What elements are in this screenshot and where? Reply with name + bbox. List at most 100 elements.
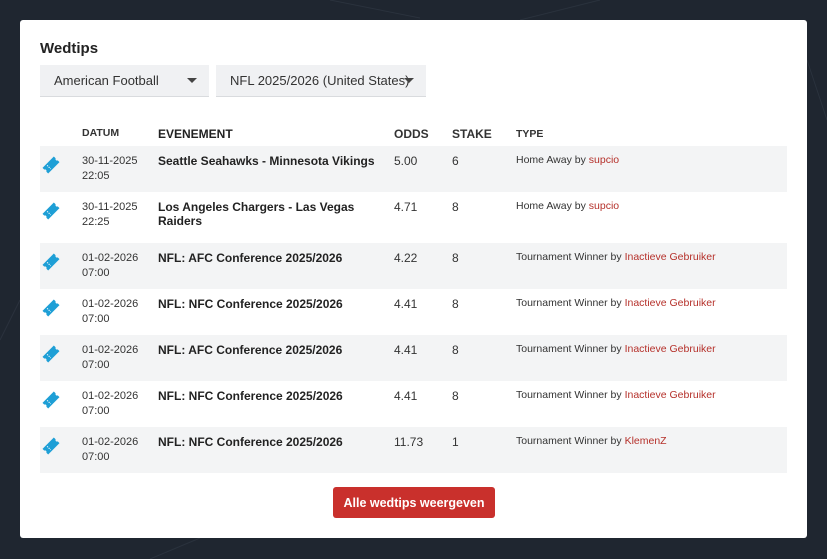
caret-down-icon — [404, 78, 414, 83]
row-date: 01-02-2026 07:00 — [82, 427, 158, 473]
row-stake: 8 — [452, 343, 459, 357]
row-event[interactable]: Los Angeles Chargers - Las Vegas Raiders — [158, 192, 394, 243]
row-odds: 5.00 — [394, 154, 418, 168]
row-by-label: by — [610, 389, 622, 401]
row-date-day: 01-02-2026 — [82, 390, 139, 402]
row-by-label: by — [610, 435, 622, 447]
row-user-link[interactable]: Inactieve Gebruiker — [625, 297, 716, 309]
row-by-label: by — [610, 343, 622, 355]
row-type: Tournament Winner by KlemenZ — [516, 427, 787, 473]
row-icon-cell — [40, 289, 82, 335]
row-date-day: 01-02-2026 — [82, 436, 139, 448]
row-stake: 8 — [452, 389, 459, 403]
row-type: Home Away by supcio — [516, 192, 787, 243]
row-type-label: Tournament Winner — [516, 343, 608, 355]
ticket-icon — [42, 156, 60, 174]
show-all-tips-button[interactable]: Alle wedtips weergeven — [333, 487, 495, 518]
row-type-label: Tournament Winner — [516, 435, 608, 447]
header-type: TYPE — [516, 127, 544, 140]
row-type: Tournament Winner by Inactieve Gebruiker — [516, 335, 787, 381]
row-date: 01-02-2026 07:00 — [82, 243, 158, 289]
row-by-label: by — [610, 297, 622, 309]
row-type-label: Tournament Winner — [516, 297, 608, 309]
row-stake: 8 — [452, 297, 459, 311]
row-icon-cell — [40, 381, 82, 427]
row-date-time: 07:00 — [82, 405, 110, 417]
row-type-label: Tournament Winner — [516, 389, 608, 401]
row-date-time: 07:00 — [82, 359, 110, 371]
sport-select[interactable]: American Football — [40, 65, 209, 97]
row-by-label: by — [610, 251, 622, 263]
row-stake: 6 — [452, 154, 459, 168]
ticket-icon — [42, 202, 60, 220]
row-type-label: Home Away — [516, 154, 572, 166]
row-icon-cell — [40, 146, 82, 192]
row-icon-cell — [40, 192, 82, 243]
header-event: EVENEMENT — [158, 126, 233, 141]
table-row[interactable]: 01-02-2026 07:00 NFL: AFC Conference 2025/… — [40, 335, 787, 381]
ticket-icon — [42, 299, 60, 317]
table-row[interactable]: 01-02-2026 07:00 NFL: NFC Conference 2025/… — [40, 381, 787, 427]
row-date-day: 01-02-2026 — [82, 252, 139, 264]
row-odds: 4.41 — [394, 297, 418, 311]
header-date: DATUM — [82, 127, 120, 139]
row-user-link[interactable]: supcio — [589, 200, 619, 212]
row-user-link[interactable]: supcio — [589, 154, 619, 166]
row-date-day: 30-11-2025 — [82, 201, 138, 213]
ticket-icon — [42, 253, 60, 271]
row-type: Tournament Winner by Inactieve Gebruiker — [516, 289, 787, 335]
row-date-day: 30-11-2025 — [82, 155, 138, 167]
row-type-label: Tournament Winner — [516, 251, 608, 263]
row-type: Home Away by supcio — [516, 146, 787, 192]
row-odds: 4.71 — [394, 200, 418, 214]
row-event[interactable]: NFL: NFC Conference 2025/2026 — [158, 427, 394, 473]
row-stake: 8 — [452, 251, 459, 265]
row-user-link[interactable]: Inactieve Gebruiker — [625, 343, 716, 355]
row-icon-cell — [40, 427, 82, 473]
row-stake: 8 — [452, 200, 459, 214]
table-row[interactable]: 01-02-2026 07:00 NFL: NFC Conference 2025/… — [40, 427, 787, 473]
row-date-time: 22:05 — [82, 170, 110, 182]
row-by-label: by — [574, 200, 586, 212]
row-date: 01-02-2026 07:00 — [82, 335, 158, 381]
row-date: 30-11-2025 22:25 — [82, 192, 158, 243]
row-event[interactable]: NFL: NFC Conference 2025/2026 — [158, 289, 394, 335]
row-date-time: 07:00 — [82, 267, 110, 279]
row-user-link[interactable]: Inactieve Gebruiker — [625, 389, 716, 401]
row-odds: 4.41 — [394, 343, 418, 357]
row-event[interactable]: NFL: NFC Conference 2025/2026 — [158, 381, 394, 427]
row-date-day: 01-02-2026 — [82, 298, 139, 310]
row-date-time: 22:25 — [82, 216, 110, 228]
row-date: 30-11-2025 22:05 — [82, 146, 158, 192]
row-odds: 4.22 — [394, 251, 418, 265]
row-type: Tournament Winner by Inactieve Gebruiker — [516, 381, 787, 427]
row-user-link[interactable]: Inactieve Gebruiker — [625, 251, 716, 263]
ticket-icon — [42, 345, 60, 363]
table-row[interactable]: 01-02-2026 07:00 NFL: NFC Conference 2025/… — [40, 289, 787, 335]
row-odds: 4.41 — [394, 389, 418, 403]
row-type-label: Home Away — [516, 200, 572, 212]
row-icon-cell — [40, 243, 82, 289]
caret-down-icon — [187, 78, 197, 83]
row-event[interactable]: NFL: AFC Conference 2025/2026 — [158, 243, 394, 289]
table-row[interactable]: 01-02-2026 07:00 NFL: AFC Conference 2025/… — [40, 243, 787, 289]
sport-select-value: American Football — [54, 73, 159, 88]
row-event[interactable]: Seattle Seahawks - Minnesota Vikings — [158, 146, 394, 192]
row-event[interactable]: NFL: AFC Conference 2025/2026 — [158, 335, 394, 381]
header-odds: ODDS — [394, 126, 429, 141]
row-type: Tournament Winner by Inactieve Gebruiker — [516, 243, 787, 289]
league-select-value: NFL 2025/2026 (United States) — [230, 73, 410, 88]
tips-table: DATUM EVENEMENT ODDS STAKE TYPE 30-11-20… — [40, 121, 787, 473]
row-date-time: 07:00 — [82, 451, 110, 463]
row-icon-cell — [40, 335, 82, 381]
panel-title: Wedtips — [40, 40, 99, 57]
row-odds: 11.73 — [394, 435, 424, 449]
ticket-icon — [42, 391, 60, 409]
row-date: 01-02-2026 07:00 — [82, 381, 158, 427]
table-row[interactable]: 30-11-2025 22:05 Seattle Seahawks - Minnes… — [40, 146, 787, 192]
league-select[interactable]: NFL 2025/2026 (United States) — [216, 65, 426, 97]
row-user-link[interactable]: KlemenZ — [625, 435, 667, 447]
row-date-day: 01-02-2026 — [82, 344, 139, 356]
header-stake: STAKE — [452, 126, 492, 141]
table-row[interactable]: 30-11-2025 22:25 Los Angeles Chargers - La… — [40, 192, 787, 243]
